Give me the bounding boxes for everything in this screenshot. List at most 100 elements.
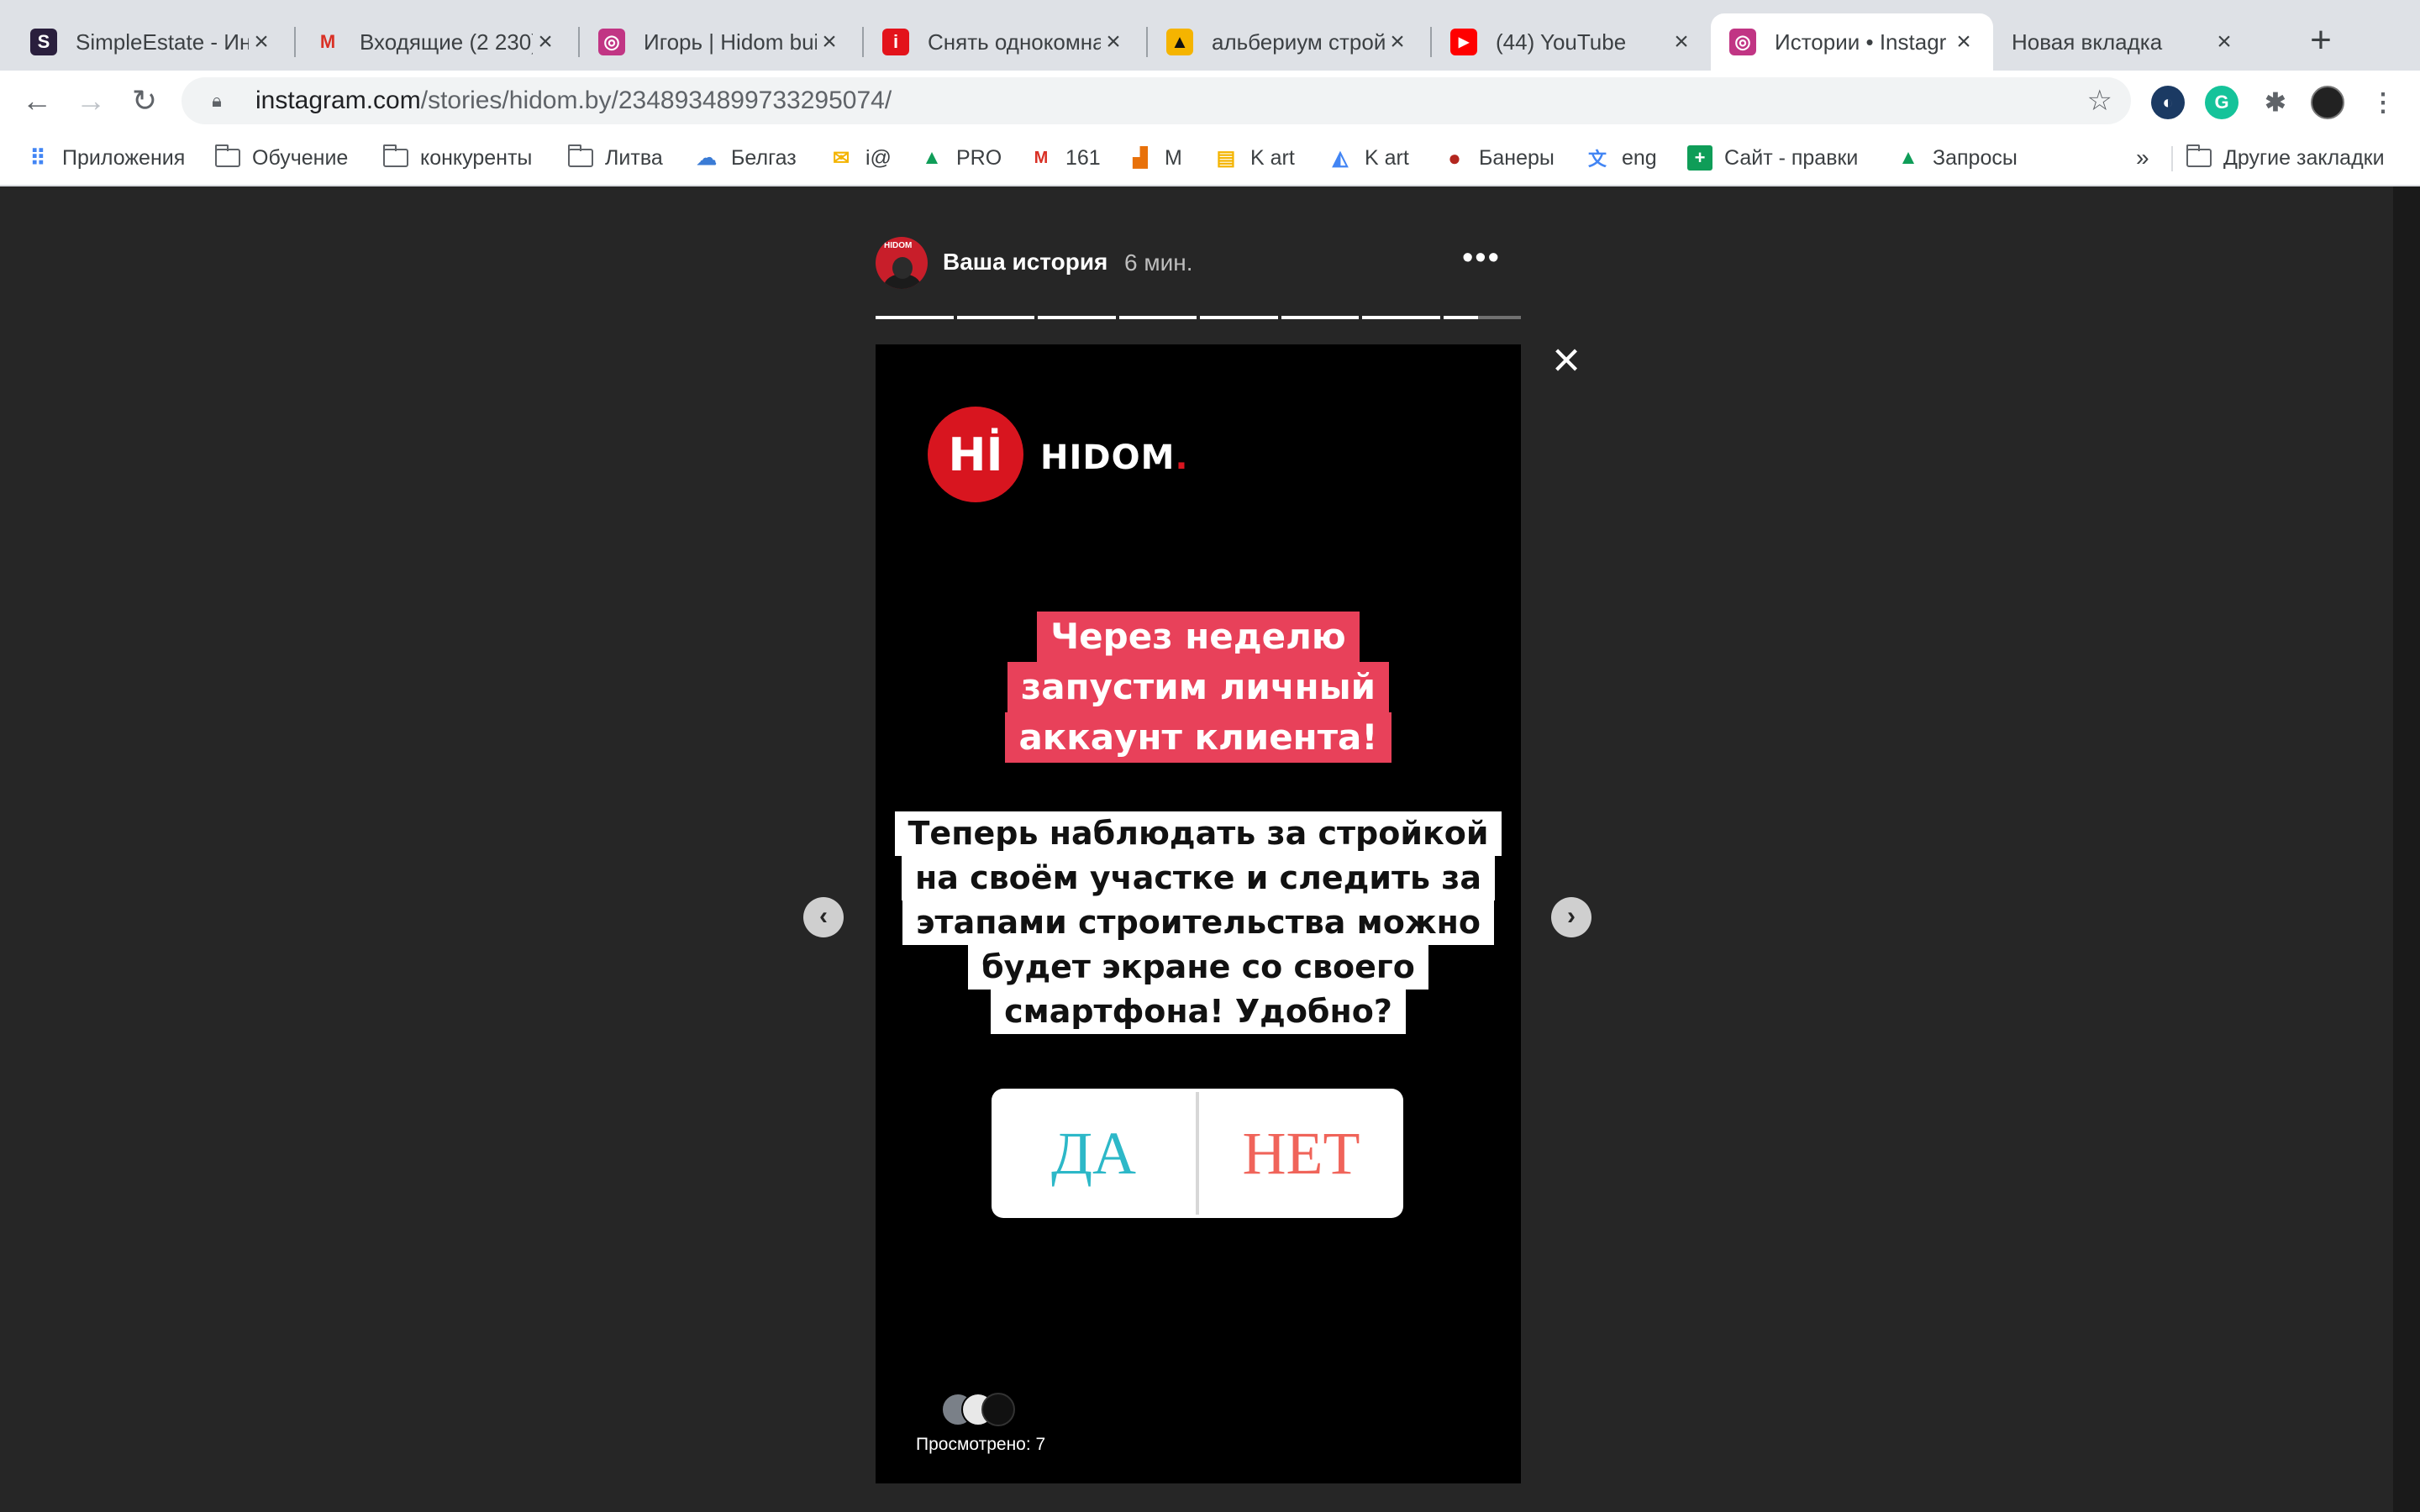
- tab-new-tab[interactable]: Новая вкладка ×: [1995, 13, 2254, 71]
- bookmark-folder-lithuania[interactable]: Литва: [567, 141, 663, 175]
- bookmark-banners[interactable]: ● Банеры: [1442, 141, 1555, 175]
- bookmark-other[interactable]: Другие закладки: [2186, 141, 2385, 175]
- more-options-icon[interactable]: •••: [1462, 242, 1501, 274]
- story-progress-bar: [876, 316, 1521, 319]
- close-tab-icon[interactable]: ×: [1385, 28, 1410, 56]
- profile-avatar[interactable]: [2311, 86, 2344, 119]
- hidom-logo-text: HIDOM.: [1040, 438, 1189, 477]
- lock-icon: 🔒︎: [212, 90, 222, 111]
- extension-swirl-icon[interactable]: ◐: [2151, 86, 2185, 119]
- bookmark-161[interactable]: M 161: [1028, 141, 1101, 175]
- bookmark-label: Банеры: [1479, 145, 1555, 170]
- tab-title: Истории • Instagr: [1775, 29, 1947, 55]
- tab-simpleestate[interactable]: S SimpleEstate - Ин ×: [12, 13, 291, 71]
- tab-title: Снять однокомна: [928, 29, 1101, 55]
- bookmark-label: Запросы: [1933, 145, 2018, 170]
- tab-alberium[interactable]: ▲ альбериум строй ×: [1148, 13, 1427, 71]
- menu-kebab-icon[interactable]: ⋮: [2366, 86, 2400, 119]
- bookmark-k-art-1[interactable]: ▤ K art: [1213, 141, 1295, 175]
- close-tab-icon[interactable]: ×: [817, 28, 842, 56]
- bookmark-label: i@: [865, 145, 892, 170]
- drive-icon: ▲: [922, 146, 942, 169]
- tab-gmail[interactable]: M Входящие (2 230) ×: [296, 13, 575, 71]
- body-line: смартфона! Удобно?: [991, 990, 1406, 1034]
- bookmark-requests[interactable]: ▲ Запросы: [1896, 141, 2018, 175]
- bookmark-label: М: [1165, 145, 1182, 170]
- body-line: Теперь наблюдать за стройкой: [894, 811, 1502, 856]
- bookmark-divider: [2171, 146, 2173, 171]
- tab-rent-apartment[interactable]: i Снять однокомна ×: [864, 13, 1143, 71]
- close-tab-icon[interactable]: ×: [249, 28, 274, 56]
- viewer-avatars[interactable]: [941, 1393, 1034, 1426]
- extensions-puzzle-icon[interactable]: ✱: [2259, 86, 2292, 119]
- apps-grid-icon: ⠿: [29, 144, 46, 171]
- close-tab-icon[interactable]: ×: [1669, 28, 1694, 56]
- new-tab-plus-icon[interactable]: +: [2297, 18, 2344, 66]
- tab-instagram-stories[interactable]: ◎ Истории • Instagr ×: [1711, 13, 1993, 71]
- tab-strip: S SimpleEstate - Ин × M Входящие (2 230)…: [0, 0, 2420, 71]
- headline-line: аккаунт клиента!: [1005, 712, 1392, 763]
- tab-title: Новая вкладка: [2012, 29, 2163, 55]
- tab-title: (44) YouTube: [1496, 29, 1627, 55]
- info-favicon-icon: i: [882, 29, 909, 55]
- story-progress-segment: [1200, 316, 1278, 319]
- bookmark-mail[interactable]: ✉ i@: [829, 141, 892, 175]
- forward-arrow-icon[interactable]: →: [69, 79, 113, 123]
- bookmark-star-icon[interactable]: ☆: [2087, 84, 2112, 118]
- simpleestate-favicon-icon: S: [30, 29, 57, 55]
- bookmark-label: Литва: [605, 145, 663, 170]
- bookmark-label: K art: [1365, 145, 1409, 170]
- bookmark-pro[interactable]: ▲ PRO: [919, 141, 1002, 175]
- gmail-icon: M: [1034, 148, 1049, 167]
- bookmark-label: Белгаз: [731, 145, 797, 170]
- doc-icon: ▤: [1216, 146, 1236, 170]
- bookmarks-overflow-chevron-icon[interactable]: »: [2136, 141, 2149, 175]
- image-favicon-icon: ▲: [1166, 29, 1193, 55]
- headline-line: запустим личный: [1007, 662, 1390, 712]
- headline-line: Через неделю: [1037, 612, 1360, 662]
- bookmark-folder-competitors[interactable]: конкуренты: [382, 141, 532, 175]
- mail-icon: ✉: [832, 146, 850, 170]
- story-progress-segment: [1118, 316, 1197, 319]
- story-username[interactable]: Ваша история: [943, 249, 1107, 276]
- close-tab-icon[interactable]: ×: [1101, 28, 1126, 56]
- bookmark-eng[interactable]: 文 eng: [1585, 141, 1657, 175]
- close-tab-icon[interactable]: ×: [533, 28, 558, 56]
- bookmark-k-art-2[interactable]: ◭ K art: [1328, 141, 1409, 175]
- close-tab-icon[interactable]: ×: [2212, 28, 2237, 56]
- reload-icon[interactable]: ↻: [123, 79, 166, 123]
- avatar-logo-text: HIDOM: [884, 241, 913, 250]
- back-arrow-icon[interactable]: ←: [15, 79, 59, 123]
- tab-instagram-profile[interactable]: ◎ Игорь | Hidom bui ×: [580, 13, 859, 71]
- red-circle-icon: ●: [1448, 144, 1461, 171]
- viewer-avatar: [981, 1393, 1015, 1426]
- poll-option-no[interactable]: НЕТ: [1199, 1089, 1403, 1218]
- story-progress-segment: [1281, 316, 1359, 319]
- bookmark-label: Другие закладки: [2223, 145, 2385, 170]
- bookmark-folder-learning[interactable]: Обучение: [214, 141, 348, 175]
- story-avatar[interactable]: HIDOM: [876, 237, 928, 289]
- previous-story-arrow-icon[interactable]: ‹: [803, 897, 844, 937]
- bookmark-belgaz[interactable]: ☁ Белгаз: [694, 141, 797, 175]
- tab-youtube[interactable]: ▶ (44) YouTube ×: [1432, 13, 1711, 71]
- close-story-icon[interactable]: ×: [1546, 336, 1586, 385]
- bookmark-m[interactable]: ▟ М: [1128, 141, 1182, 175]
- poll-sticker: ДА НЕТ: [992, 1089, 1403, 1218]
- tab-title: Входящие (2 230): [360, 29, 533, 55]
- ads-icon: ◭: [1332, 146, 1349, 170]
- bookmark-label: Сайт - правки: [1724, 145, 1859, 170]
- bookmark-label: Приложения: [62, 145, 186, 170]
- address-bar[interactable]: 🔒︎ instagram.com/stories/hidom.by/234893…: [182, 77, 2131, 124]
- viewed-count[interactable]: Просмотрено: 7: [916, 1435, 1045, 1455]
- close-tab-icon[interactable]: ×: [1951, 28, 1976, 56]
- bookmark-apps[interactable]: ⠿ Приложения: [25, 141, 185, 175]
- drive-icon: ▲: [1898, 146, 1918, 169]
- poll-option-yes[interactable]: ДА: [992, 1089, 1196, 1218]
- next-story-arrow-icon[interactable]: ›: [1551, 897, 1591, 937]
- tab-title: альбериум строй: [1212, 29, 1385, 55]
- youtube-icon: ▶: [1450, 29, 1477, 55]
- page-scrollbar[interactable]: [2393, 186, 2420, 1512]
- bookmark-site-edits[interactable]: + Сайт - правки: [1687, 141, 1858, 175]
- story-frame[interactable]: Hİ HIDOM. Через неделю запустим личный а…: [876, 344, 1521, 1483]
- grammarly-icon[interactable]: G: [2205, 86, 2238, 119]
